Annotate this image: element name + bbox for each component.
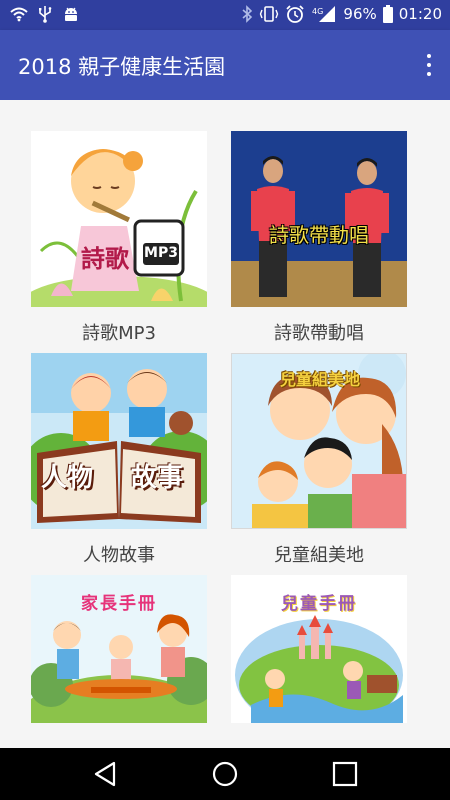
poetry-overlay-text: 詩歌 — [81, 244, 129, 273]
home-icon[interactable] — [211, 760, 239, 788]
grid-item-poetry-action-song[interactable]: 詩歌帶動唱 詩歌帶動唱 — [231, 131, 407, 344]
recents-icon[interactable] — [331, 760, 359, 788]
vibrate-icon — [260, 6, 279, 22]
children-handbook-overlay-text: 兒童手冊 — [281, 594, 357, 614]
parent-handbook-overlay-text: 家長手冊 — [81, 594, 157, 614]
parent-handbook-thumbnail[interactable]: 家長手冊 — [31, 575, 207, 723]
stories-overlay-right-text: 故事 — [131, 463, 184, 493]
grid-item-parent-handbook[interactable]: 家長手冊 — [31, 575, 207, 723]
action-song-overlay-text: 詩歌帶動唱 — [269, 223, 369, 247]
battery-percentage: 96% — [343, 5, 377, 23]
grid-item-children-group[interactable]: 兒童組美地 兒童組美地 — [231, 353, 407, 566]
grid-item-label: 詩歌MP3 — [82, 323, 156, 344]
app-bar: 2018 親子健康生活園 — [0, 30, 450, 100]
grid-item-label: 人物故事 — [83, 545, 155, 566]
mp3-badge: MP3 — [144, 245, 178, 261]
grid-item-label: 詩歌帶動唱 — [274, 323, 364, 344]
usb-icon — [39, 6, 52, 23]
content-grid: 詩歌 MP3 詩歌MP3 詩歌帶動唱 詩歌帶動唱 人物 故事 人物故事 兒童組美… — [0, 100, 450, 748]
wifi-icon — [10, 7, 28, 22]
battery-icon — [382, 5, 393, 23]
poetry-action-song-thumbnail[interactable]: 詩歌帶動唱 — [231, 131, 407, 307]
overflow-menu-icon[interactable] — [424, 54, 434, 76]
alarm-icon — [286, 5, 305, 23]
bluetooth-icon — [242, 5, 253, 23]
character-stories-thumbnail[interactable]: 人物 故事 — [31, 353, 207, 529]
back-icon[interactable] — [92, 760, 120, 788]
grid-item-label: 兒童組美地 — [274, 545, 364, 566]
clock-time: 01:20 — [398, 5, 442, 23]
status-bar: 4G 96% 01:20 — [0, 0, 450, 30]
grid-item-children-handbook[interactable]: 兒童手冊 — [231, 575, 407, 723]
android-icon — [65, 7, 77, 21]
children-group-overlay-text: 兒童組美地 — [279, 370, 360, 389]
children-group-thumbnail[interactable]: 兒童組美地 — [231, 353, 407, 529]
stories-overlay-left-text: 人物 — [41, 463, 94, 493]
children-handbook-thumbnail[interactable]: 兒童手冊 — [231, 575, 407, 723]
poetry-mp3-thumbnail[interactable]: 詩歌 MP3 — [31, 131, 207, 307]
grid-item-character-stories[interactable]: 人物 故事 人物故事 — [31, 353, 207, 566]
svg-text:4G: 4G — [312, 7, 323, 16]
app-title: 2018 親子健康生活園 — [18, 55, 226, 79]
system-navigation-bar — [0, 748, 450, 800]
signal-4g-icon: 4G — [312, 6, 336, 22]
grid-item-poetry-mp3[interactable]: 詩歌 MP3 詩歌MP3 — [31, 131, 207, 344]
